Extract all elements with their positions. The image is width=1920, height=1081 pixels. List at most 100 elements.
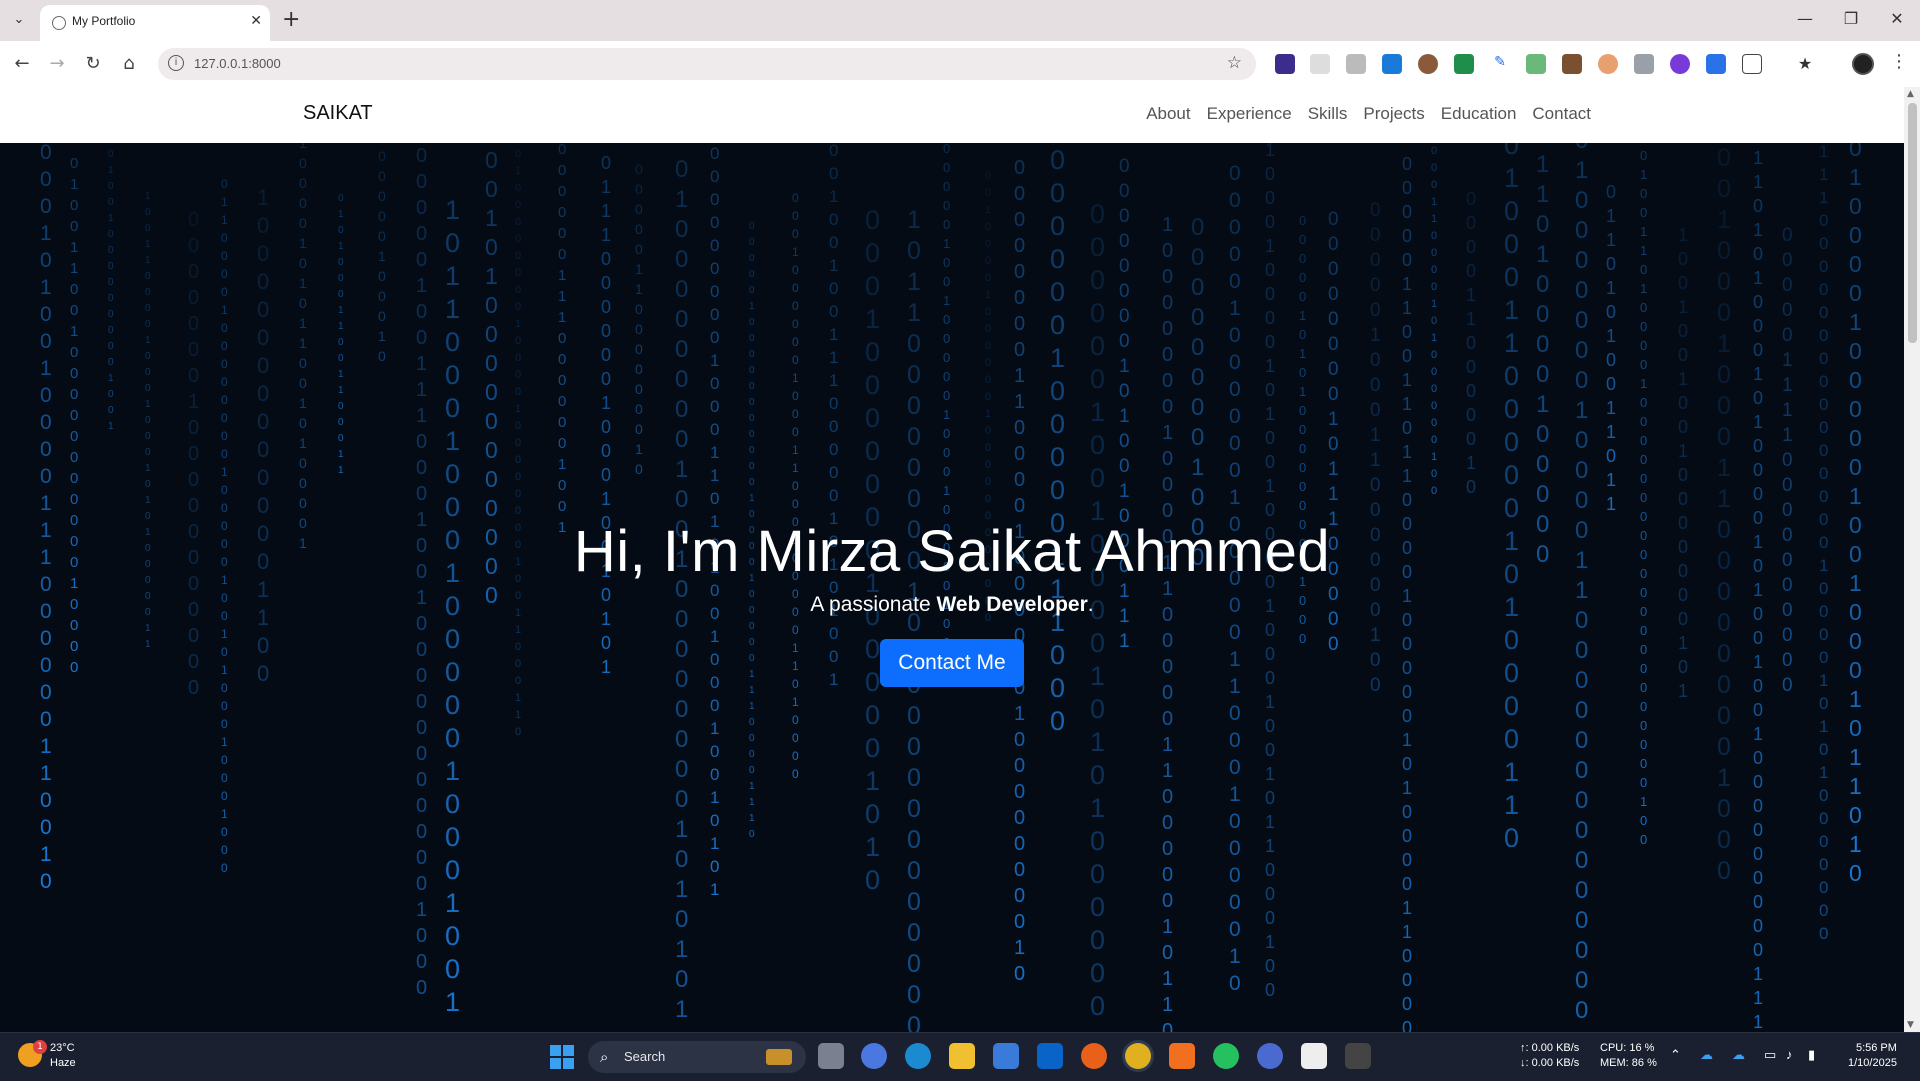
download-extension-icon[interactable] bbox=[1382, 54, 1402, 74]
extension-icon[interactable] bbox=[1526, 54, 1546, 74]
svg-text:0: 0 bbox=[221, 231, 228, 245]
home-icon[interactable]: ⌂ bbox=[117, 53, 141, 74]
pen-extension-icon[interactable]: ✎ bbox=[1490, 54, 1510, 74]
nav-link-contact[interactable]: Contact bbox=[1532, 104, 1591, 124]
extensions-puzzle-icon[interactable] bbox=[1742, 54, 1762, 74]
battery-icon[interactable]: ▮ bbox=[1808, 1047, 1815, 1062]
svg-text:0: 0 bbox=[221, 285, 228, 299]
svg-text:0: 0 bbox=[792, 317, 799, 331]
svg-text:0: 0 bbox=[1849, 338, 1862, 364]
edge-icon[interactable] bbox=[905, 1043, 931, 1069]
extension-icon[interactable] bbox=[1670, 54, 1690, 74]
terminal-icon[interactable] bbox=[1345, 1043, 1371, 1069]
svg-text:0: 0 bbox=[40, 143, 52, 164]
copilot-icon[interactable] bbox=[861, 1043, 887, 1069]
scroll-down-arrow-icon[interactable]: ▼ bbox=[1907, 1020, 1914, 1030]
translate-extension-icon[interactable] bbox=[1706, 54, 1726, 74]
file-explorer-icon[interactable] bbox=[949, 1043, 975, 1069]
chrome-icon[interactable] bbox=[1125, 1043, 1151, 1069]
svg-text:0: 0 bbox=[1782, 325, 1793, 346]
svg-text:0: 0 bbox=[1229, 972, 1241, 995]
site-info-icon[interactable]: i bbox=[168, 55, 184, 71]
browser-tab-active[interactable]: My Portfolio ✕ bbox=[40, 5, 270, 41]
svg-text:0: 0 bbox=[1678, 273, 1688, 293]
svg-text:0: 0 bbox=[1299, 251, 1306, 266]
page-scrollbar[interactable]: ▲ ▼ bbox=[1904, 87, 1920, 1032]
svg-text:0: 0 bbox=[1782, 275, 1793, 296]
back-arrow-icon[interactable]: ← bbox=[10, 53, 34, 74]
reload-icon[interactable]: ↻ bbox=[81, 53, 105, 74]
svg-text:0: 0 bbox=[1717, 237, 1731, 265]
svg-text:1: 1 bbox=[257, 185, 269, 210]
scroll-up-arrow-icon[interactable]: ▲ bbox=[1907, 89, 1914, 99]
xampp-icon[interactable] bbox=[1169, 1043, 1195, 1069]
firefox-icon[interactable] bbox=[1081, 1043, 1107, 1069]
svg-text:0: 0 bbox=[1466, 237, 1476, 257]
minimize-button[interactable]: — bbox=[1790, 9, 1820, 28]
net-upload: ↑: 0.00 KB/s bbox=[1520, 1042, 1580, 1054]
extension-icon[interactable] bbox=[1598, 54, 1618, 74]
qbittorrent-icon[interactable] bbox=[1257, 1043, 1283, 1069]
microsoft-store-icon[interactable] bbox=[993, 1043, 1019, 1069]
extension-icon[interactable] bbox=[1562, 54, 1582, 74]
tab-close-button[interactable]: ✕ bbox=[250, 13, 262, 29]
svg-text:0: 0 bbox=[1431, 264, 1437, 276]
svg-text:0: 0 bbox=[1819, 441, 1828, 460]
svg-text:1: 1 bbox=[1536, 181, 1549, 208]
contact-me-button[interactable]: Contact Me bbox=[880, 639, 1024, 687]
extension-icon[interactable] bbox=[1454, 54, 1474, 74]
svg-text:0: 0 bbox=[515, 420, 521, 432]
svg-text:1: 1 bbox=[1606, 494, 1616, 514]
bookmarks-icon[interactable]: ★ bbox=[1795, 54, 1815, 74]
camera-extension-icon[interactable] bbox=[1346, 54, 1366, 74]
task-view-icon[interactable] bbox=[818, 1043, 844, 1069]
whatsapp-icon[interactable] bbox=[1213, 1043, 1239, 1069]
browser-tab-strip: ⌄ My Portfolio ✕ + — ❐ ✕ bbox=[0, 0, 1920, 41]
svg-text:1: 1 bbox=[749, 301, 755, 312]
tab-search-button[interactable]: ⌄ bbox=[7, 8, 31, 32]
svg-text:0: 0 bbox=[1431, 366, 1437, 378]
taskbar-search[interactable]: ⌕ Search bbox=[588, 1041, 806, 1073]
bookmark-star-icon[interactable]: ☆ bbox=[1227, 53, 1242, 73]
svg-text:0: 0 bbox=[1370, 225, 1381, 246]
onedrive-icon[interactable]: ☁ bbox=[1700, 1047, 1713, 1062]
svg-text:0: 0 bbox=[710, 374, 719, 393]
restore-button[interactable]: ❐ bbox=[1836, 9, 1866, 28]
svg-text:1: 1 bbox=[40, 357, 52, 380]
close-window-button[interactable]: ✕ bbox=[1882, 9, 1912, 28]
svg-text:0: 0 bbox=[1575, 337, 1588, 364]
scrollbar-thumb[interactable] bbox=[1908, 103, 1917, 343]
forward-arrow-icon[interactable]: → bbox=[45, 53, 69, 74]
svg-text:0: 0 bbox=[1265, 284, 1275, 304]
onedrive-icon[interactable]: ☁ bbox=[1732, 1047, 1745, 1062]
nav-link-skills[interactable]: Skills bbox=[1308, 104, 1348, 124]
svg-text:0: 0 bbox=[1640, 718, 1647, 733]
svg-text:0: 0 bbox=[416, 483, 427, 505]
show-hidden-icons-chevron-icon[interactable]: ⌃ bbox=[1670, 1047, 1681, 1062]
volume-icon[interactable]: ♪ bbox=[1786, 1047, 1793, 1062]
network-icon[interactable]: ▭ bbox=[1764, 1047, 1776, 1062]
cookie-extension-icon[interactable] bbox=[1418, 54, 1438, 74]
svg-text:0: 0 bbox=[1640, 395, 1647, 410]
notion-icon[interactable] bbox=[1301, 1043, 1327, 1069]
clock[interactable]: 5:56 PM 1/10/2025 bbox=[1848, 1041, 1897, 1071]
url-text[interactable]: 127.0.0.1:8000 bbox=[194, 56, 281, 71]
profile-avatar[interactable] bbox=[1852, 53, 1874, 75]
svg-text:1: 1 bbox=[108, 373, 114, 384]
nav-link-education[interactable]: Education bbox=[1441, 104, 1517, 124]
windows-start-icon[interactable] bbox=[550, 1045, 574, 1069]
menu-dots-icon[interactable]: ⋮ bbox=[1890, 51, 1908, 72]
extension-icon[interactable] bbox=[1310, 54, 1330, 74]
weather-widget[interactable]: 23°C Haze bbox=[50, 1041, 76, 1071]
address-bar[interactable]: i 127.0.0.1:8000 ☆ bbox=[158, 48, 1256, 80]
extension-icon[interactable] bbox=[1275, 54, 1295, 74]
svg-text:0: 0 bbox=[1717, 361, 1731, 389]
nav-link-about[interactable]: About bbox=[1146, 104, 1190, 124]
svg-text:0: 0 bbox=[792, 749, 799, 763]
code-extension-icon[interactable] bbox=[1634, 54, 1654, 74]
nav-link-projects[interactable]: Projects bbox=[1363, 104, 1424, 124]
new-tab-button[interactable]: + bbox=[282, 7, 300, 32]
outlook-icon[interactable] bbox=[1037, 1043, 1063, 1069]
site-brand[interactable]: SAIKAT bbox=[303, 102, 373, 125]
nav-link-experience[interactable]: Experience bbox=[1207, 104, 1292, 124]
